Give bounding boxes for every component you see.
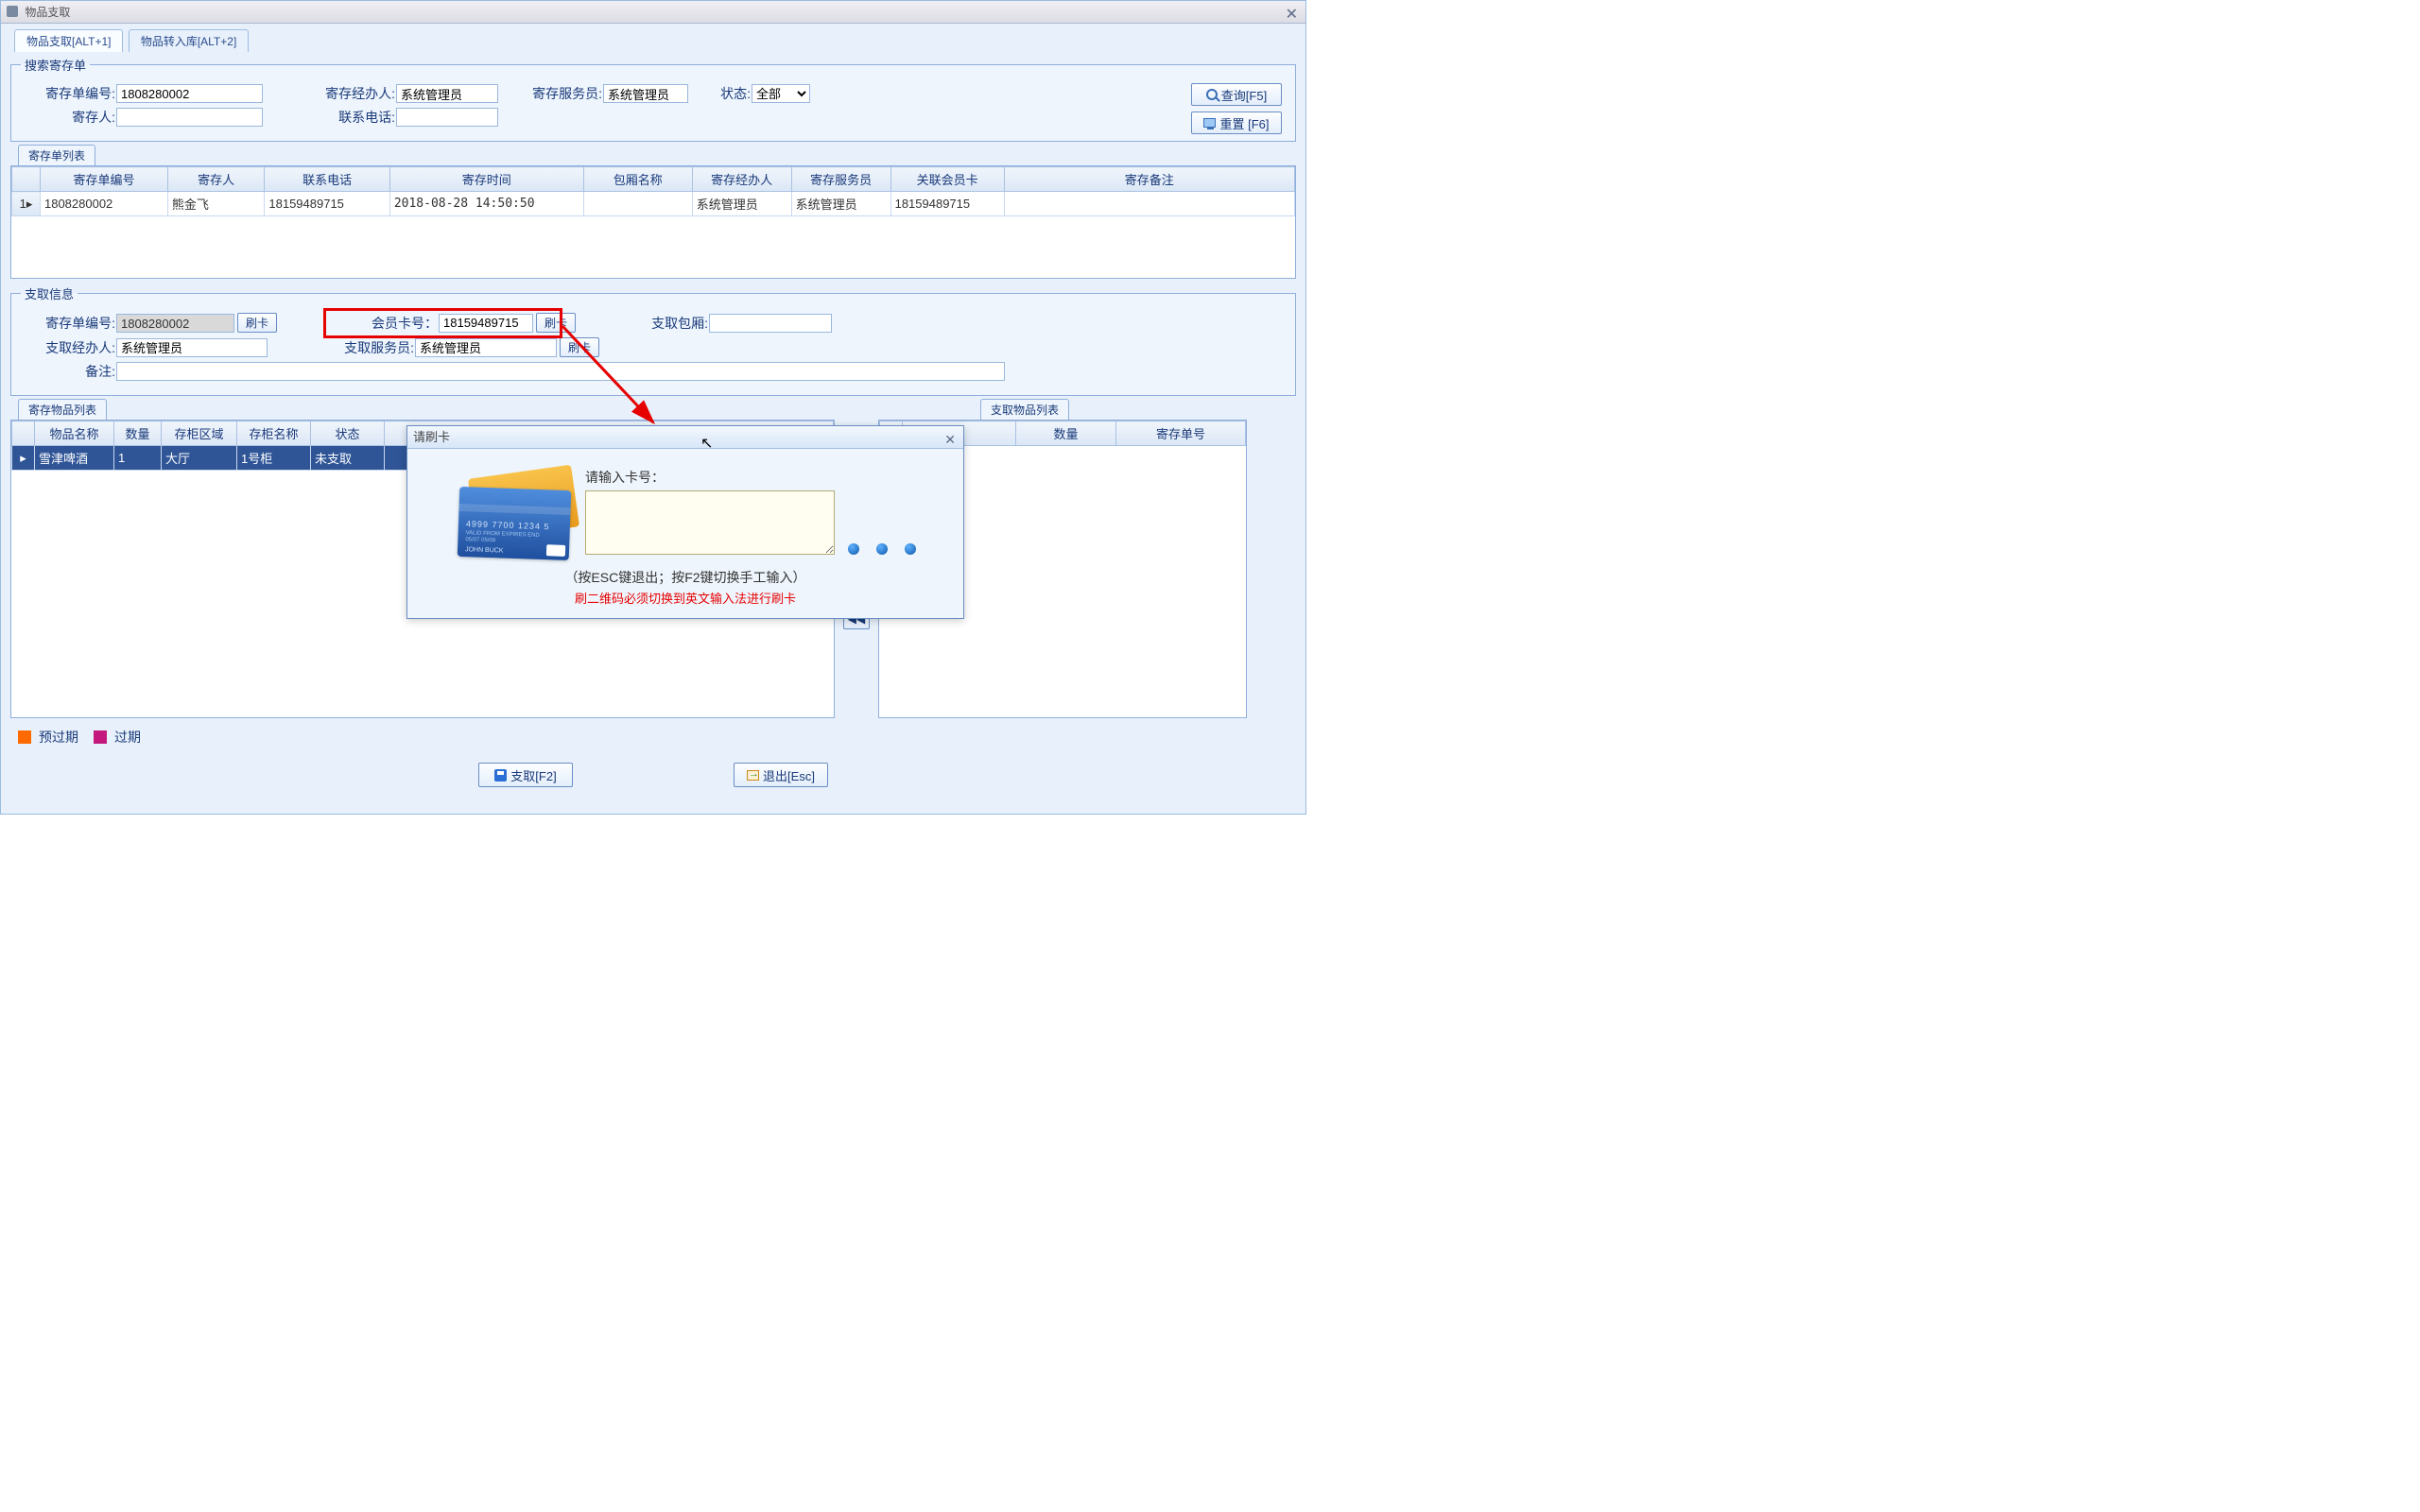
overdue-soon-swatch <box>18 730 31 744</box>
exit-icon <box>747 770 759 781</box>
member-label: 会员卡号： <box>305 314 438 333</box>
progress-dot <box>876 543 888 555</box>
app-icon <box>7 6 18 17</box>
swipe-card-dialog: 请刷卡 ✕ 4999 7700 1234 5 VALID FROM EXPIRE… <box>406 425 964 619</box>
handler-label: 寄存经办人: <box>301 84 395 103</box>
list-tab-label[interactable]: 寄存单列表 <box>18 145 95 165</box>
w-waiter-input[interactable] <box>415 338 557 357</box>
search-icon <box>1206 89 1218 100</box>
search-legend: 搜索寄存单 <box>21 56 90 74</box>
row-header-col <box>12 167 41 192</box>
phone-label: 联系电话: <box>301 108 395 127</box>
col-phone[interactable]: 联系电话 <box>265 167 389 192</box>
phone-input[interactable] <box>396 108 498 127</box>
reset-button[interactable]: 重置 [F6] <box>1191 112 1282 134</box>
tab-withdraw[interactable]: 物品支取[ALT+1] <box>14 29 123 52</box>
window-title: 物品支取 <box>25 6 70 19</box>
dialog-body: 4999 7700 1234 5 VALID FROM EXPIRES END … <box>407 449 963 618</box>
col-handler[interactable]: 寄存经办人 <box>692 167 791 192</box>
status-select[interactable]: 全部 <box>752 84 810 103</box>
w-deposit-no-value: 1808280002 <box>116 314 234 333</box>
handler-input[interactable] <box>396 84 498 103</box>
col-time[interactable]: 寄存时间 <box>389 167 583 192</box>
monitor-icon <box>1203 118 1216 128</box>
col-remark[interactable]: 寄存备注 <box>1004 167 1294 192</box>
titlebar: 物品支取 ✕ <box>1 1 1305 24</box>
col-cabinet[interactable]: 存柜名称 <box>237 421 311 446</box>
col-deposit-no[interactable]: 寄存单编号 <box>40 167 167 192</box>
dialog-title: 请刷卡 <box>413 430 450 444</box>
legend-row: 预过期 过期 <box>18 728 1288 747</box>
swipe-button-2[interactable]: 刷卡 <box>536 313 576 333</box>
room-label: 支取包厢: <box>576 314 708 333</box>
main-tabs: 物品支取[ALT+1] 物品转入库[ALT+2] <box>1 24 1305 52</box>
overdue-swatch <box>94 730 107 744</box>
tab-transfer[interactable]: 物品转入库[ALT+2] <box>129 29 249 52</box>
col-item-name[interactable]: 物品名称 <box>35 421 114 446</box>
overdue-label: 过期 <box>114 728 141 747</box>
w-handler-label: 支取经办人: <box>21 338 115 357</box>
col-room[interactable]: 包厢名称 <box>583 167 692 192</box>
member-input[interactable] <box>439 314 533 333</box>
deposit-no-input[interactable] <box>116 84 263 103</box>
col-status[interactable]: 状态 <box>311 421 385 446</box>
swipe-button-1[interactable]: 刷卡 <box>237 313 277 333</box>
row-indicator: 1▸ <box>12 192 41 216</box>
dialog-prompt: 请输入卡号： <box>585 468 835 487</box>
items-tab-right[interactable]: 支取物品列表 <box>980 399 1069 420</box>
col-qty[interactable]: 数量 <box>1016 421 1116 446</box>
exit-button[interactable]: 退出[Esc] <box>734 763 828 787</box>
table-header-row: 寄存单编号 寄存人 联系电话 寄存时间 包厢名称 寄存经办人 寄存服务员 关联会… <box>12 167 1295 192</box>
dialog-titlebar: 请刷卡 ✕ <box>407 426 963 449</box>
close-icon[interactable]: ✕ <box>1286 4 1298 26</box>
w-deposit-no-label: 寄存单编号: <box>21 314 115 333</box>
search-fieldset: 搜索寄存单 查询[F5] 重置 [F6] 寄存单编号: 寄存经办人: 寄存服务员… <box>10 56 1296 142</box>
progress-dot <box>848 543 859 555</box>
depositor-label: 寄存人: <box>21 108 115 127</box>
row-indicator: ▸ <box>12 446 35 471</box>
withdraw-button[interactable]: 支取[F2] <box>478 763 573 787</box>
credit-card-illustration: 4999 7700 1234 5 VALID FROM EXPIRES END … <box>455 468 578 562</box>
progress-dot <box>905 543 916 555</box>
dialog-warning: 刷二维码必须切换到英文输入法进行刷卡 <box>424 589 946 607</box>
items-tab-left[interactable]: 寄存物品列表 <box>18 399 107 420</box>
room-input[interactable] <box>709 314 832 333</box>
save-icon <box>494 769 507 782</box>
remark-input[interactable] <box>116 362 1005 381</box>
footer-buttons: 支取[F2] 退出[Esc] <box>1 763 1305 787</box>
col-member[interactable]: 关联会员卡 <box>890 167 1004 192</box>
overdue-soon-label: 预过期 <box>39 728 78 747</box>
w-handler-input[interactable] <box>116 338 268 357</box>
deposit-list-table: 寄存单编号 寄存人 联系电话 寄存时间 包厢名称 寄存经办人 寄存服务员 关联会… <box>11 166 1295 216</box>
waiter-label: 寄存服务员: <box>508 84 602 103</box>
deposit-no-label: 寄存单编号: <box>21 84 115 103</box>
dialog-hint: （按ESC键退出；按F2键切换手工输入） <box>424 568 946 587</box>
dialog-close-icon[interactable]: ✕ <box>944 428 956 451</box>
deposit-list-box: 寄存单编号 寄存人 联系电话 寄存时间 包厢名称 寄存经办人 寄存服务员 关联会… <box>10 165 1296 279</box>
main-window: 物品支取 ✕ 物品支取[ALT+1] 物品转入库[ALT+2] 搜索寄存单 查询… <box>0 0 1306 815</box>
depositor-input[interactable] <box>116 108 263 127</box>
table-row[interactable]: 1▸ 1808280002 熊金飞 18159489715 2018-08-28… <box>12 192 1295 216</box>
col-qty[interactable]: 数量 <box>114 421 162 446</box>
swipe-button-3[interactable]: 刷卡 <box>560 337 599 357</box>
withdraw-legend: 支取信息 <box>21 284 78 302</box>
waiter-input[interactable] <box>603 84 688 103</box>
withdraw-fieldset: 支取信息 寄存单编号: 1808280002 刷卡 会员卡号： 刷卡 支取包厢:… <box>10 284 1296 396</box>
card-number-input[interactable] <box>585 490 835 555</box>
col-depositor[interactable]: 寄存人 <box>167 167 264 192</box>
w-waiter-label: 支取服务员: <box>277 338 414 357</box>
query-button[interactable]: 查询[F5] <box>1191 83 1282 106</box>
col-deposit-no[interactable]: 寄存单号 <box>1116 421 1246 446</box>
status-label: 状态: <box>698 84 751 103</box>
remark-label: 备注: <box>21 362 115 381</box>
col-waiter[interactable]: 寄存服务员 <box>791 167 890 192</box>
col-area[interactable]: 存柜区域 <box>162 421 237 446</box>
